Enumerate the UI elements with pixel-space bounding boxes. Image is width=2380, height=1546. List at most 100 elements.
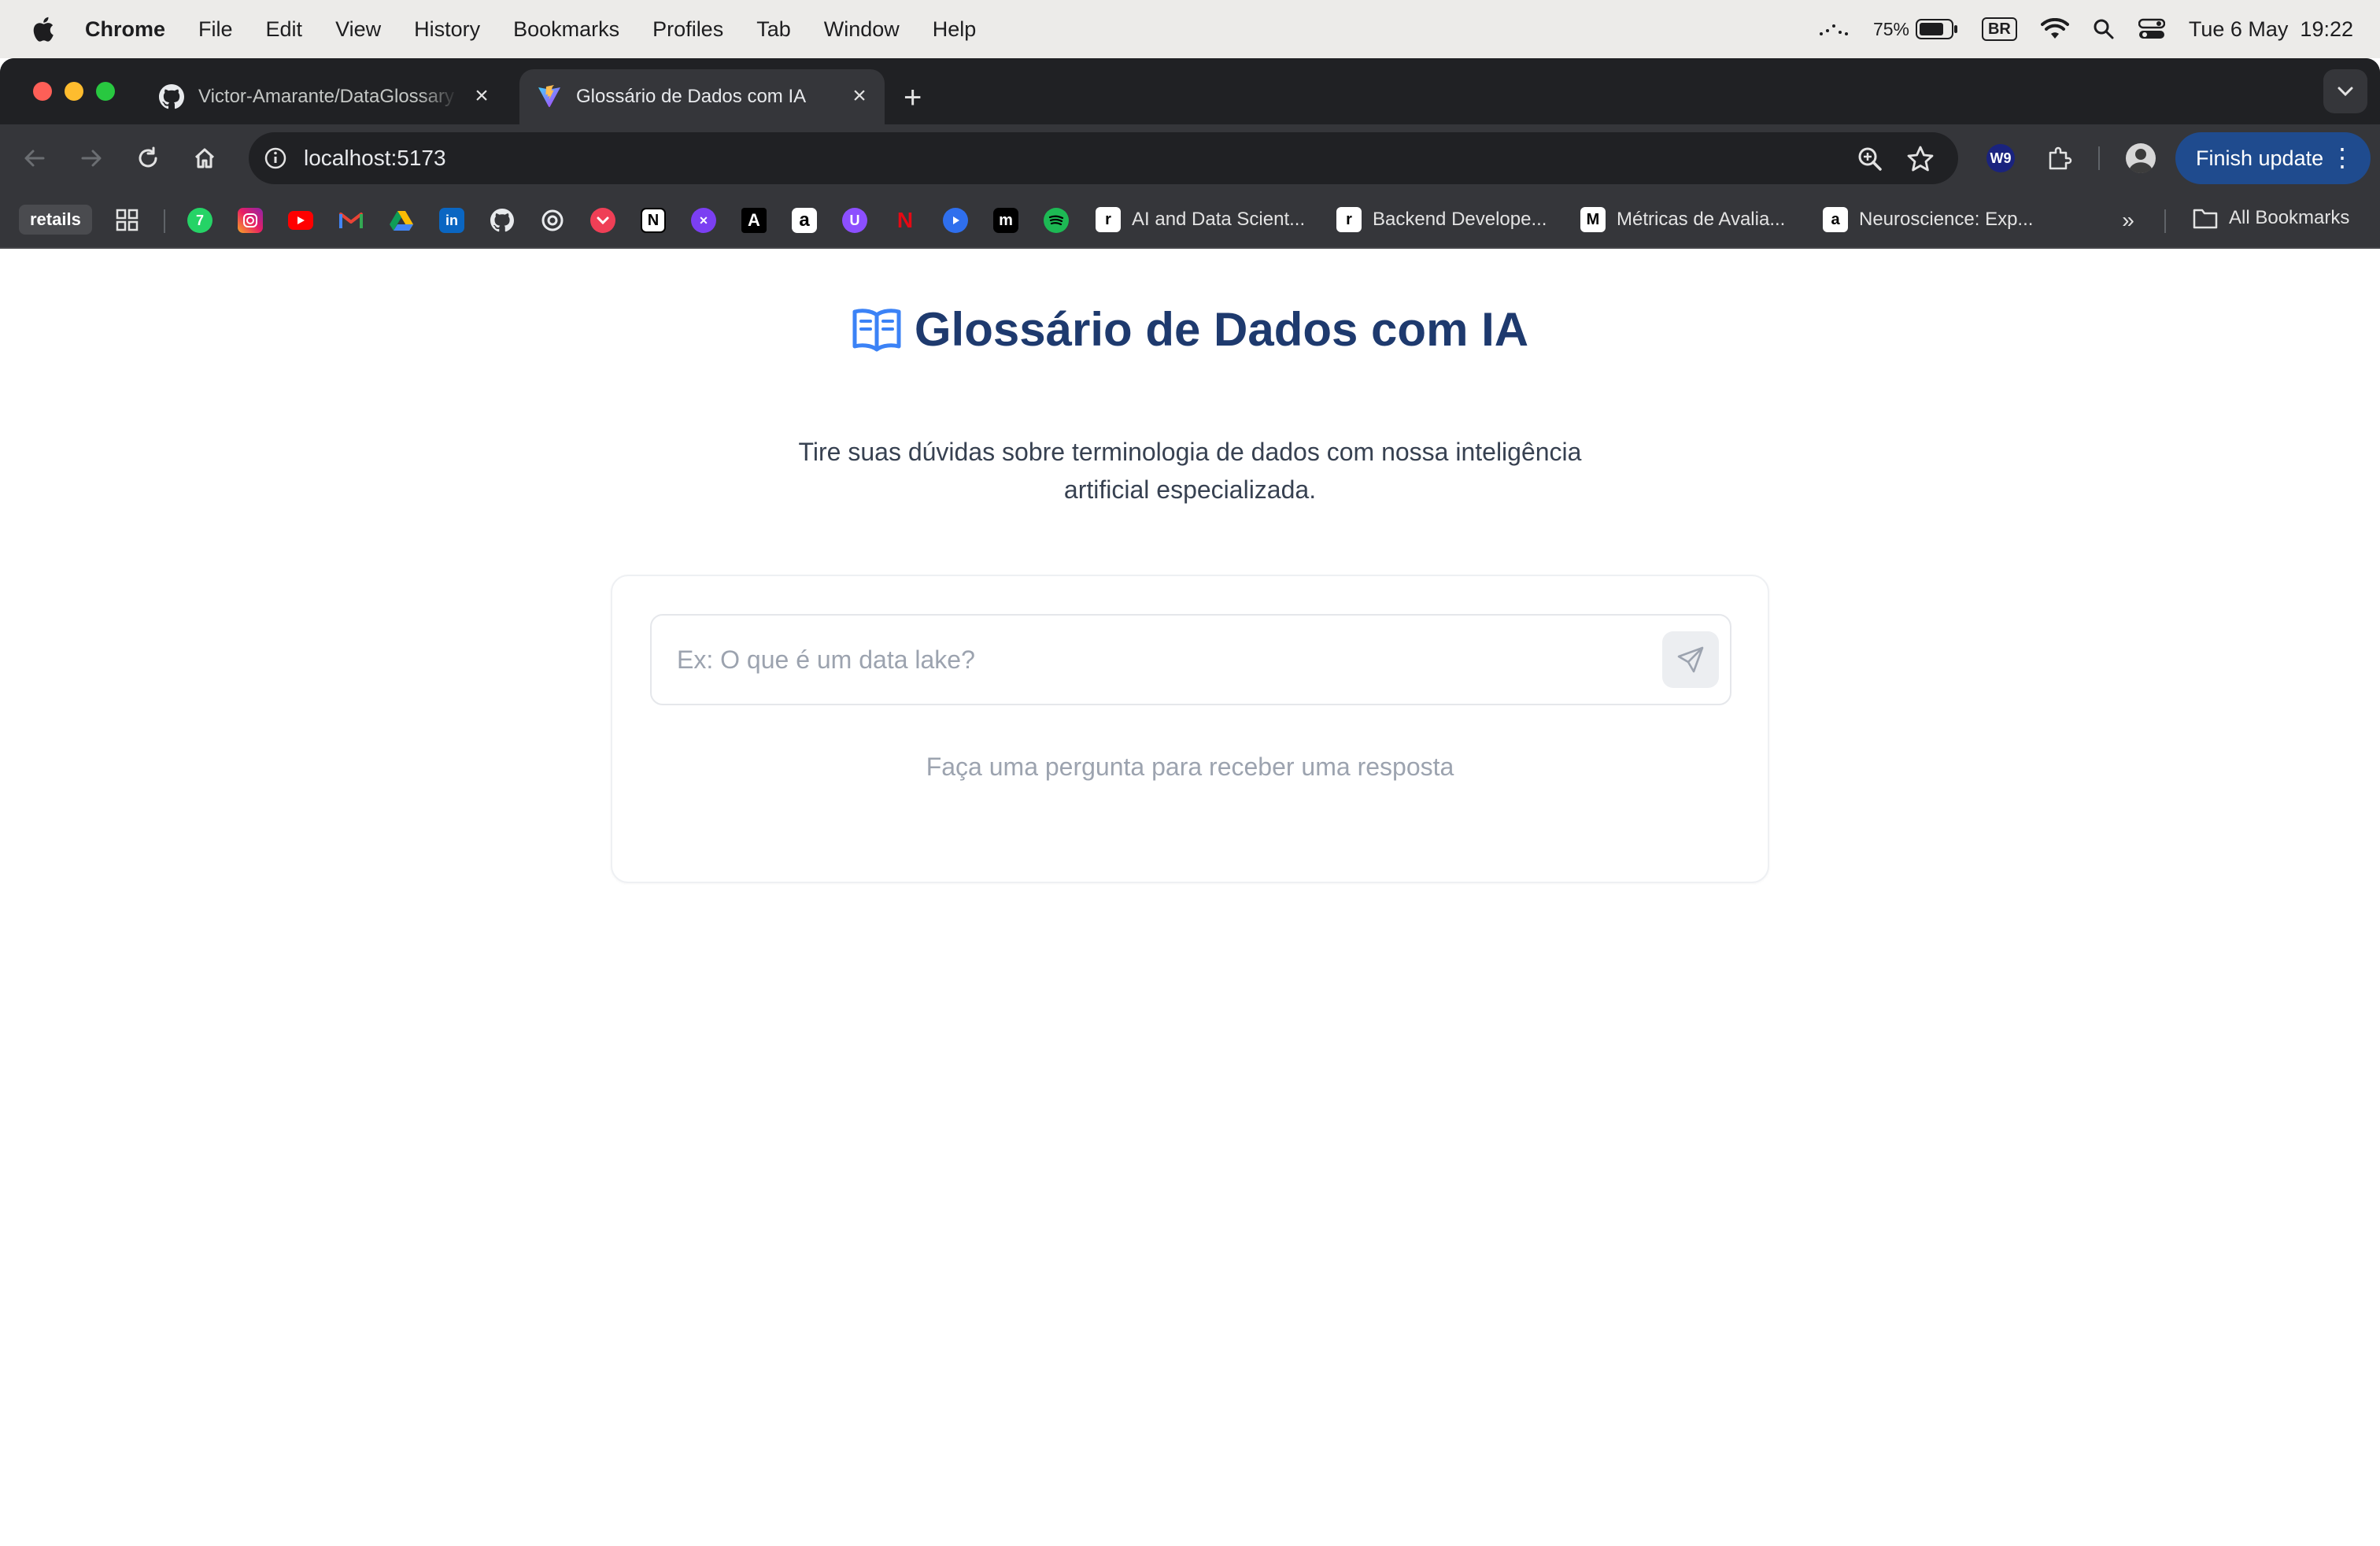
- spotlight-search-icon[interactable]: [2093, 18, 2115, 40]
- url-text[interactable]: localhost:5173: [304, 146, 446, 171]
- bookmark-neuroscience[interactable]: a Neuroscience: Exp...: [1823, 207, 2033, 232]
- battery-percent: 75%: [1872, 18, 1909, 39]
- back-icon[interactable]: [19, 142, 50, 174]
- bookmark-ai-data-science[interactable]: r AI and Data Scient...: [1096, 207, 1305, 232]
- all-bookmarks-folder[interactable]: All Bookmarks: [2193, 207, 2349, 229]
- chevron-double-right-icon[interactable]: »: [2116, 208, 2141, 233]
- whatsapp-icon[interactable]: 7: [187, 208, 213, 233]
- web-page: Glossário de Dados com IA Tire suas dúvi…: [0, 249, 2380, 1546]
- finish-update-label: Finish update: [2196, 146, 2324, 170]
- menu-edit[interactable]: Edit: [266, 17, 303, 42]
- app-icon[interactable]: ✕: [691, 208, 716, 233]
- window-minimize-button[interactable]: [65, 82, 83, 101]
- youtube-icon[interactable]: [288, 211, 313, 230]
- site-info-icon[interactable]: [260, 142, 291, 174]
- window-zoom-button[interactable]: [96, 82, 115, 101]
- folder-icon: [2193, 209, 2218, 229]
- netflix-icon[interactable]: N: [893, 208, 918, 233]
- bookmarks-divider: [2164, 209, 2166, 233]
- input-source-badge[interactable]: BR: [1981, 17, 2017, 41]
- address-bar[interactable]: localhost:5173: [249, 132, 1958, 184]
- all-bookmarks-label: All Bookmarks: [2229, 207, 2350, 228]
- menubar-status-area: 75% BR Tue 6 May 19:22: [1818, 0, 2353, 58]
- bookmark-label: Backend Develope...: [1373, 209, 1547, 230]
- podcast-icon[interactable]: U: [842, 208, 867, 233]
- roadmap-icon: r: [1336, 207, 1362, 232]
- forward-icon[interactable]: [76, 142, 107, 174]
- page-header: Glossário de Dados com IA: [0, 302, 2380, 357]
- browser-toolbar: localhost:5173 W9 Finish update ⋮: [0, 124, 2380, 192]
- page-subtitle: Tire suas dúvidas sobre terminologia de …: [798, 438, 1582, 504]
- menu-app-name[interactable]: Chrome: [85, 17, 165, 42]
- menu-tab[interactable]: Tab: [756, 17, 791, 42]
- roadmap-icon: r: [1096, 207, 1121, 232]
- macos-menu-bar: Chrome File Edit View History Bookmarks …: [0, 0, 2380, 58]
- bookmark-label: Neuroscience: Exp...: [1859, 209, 2034, 230]
- tab-title: Victor-Amarante/DataGlossary: [198, 86, 455, 107]
- more-options-icon[interactable]: ⋮: [2330, 145, 2355, 170]
- tab-search-button[interactable]: [2323, 69, 2367, 113]
- tab-title: Glossário de Dados com IA: [576, 86, 807, 107]
- send-icon: [1677, 646, 1704, 673]
- apps-grid-icon[interactable]: [115, 208, 140, 233]
- menu-profiles[interactable]: Profiles: [652, 17, 723, 42]
- tab-close-icon[interactable]: ×: [848, 84, 870, 108]
- bookmarks-bar: retails 7 in N ✕ A a U N m r AI and Data…: [0, 192, 2380, 249]
- bookmark-metricas[interactable]: M Métricas de Avalia...: [1580, 207, 1785, 232]
- profile-avatar[interactable]: [2125, 142, 2156, 174]
- w9-extension-icon[interactable]: W9: [1983, 142, 2018, 174]
- toolbar-divider: [2098, 146, 2100, 170]
- extensions-puzzle-icon[interactable]: [2043, 142, 2075, 174]
- tab-github[interactable]: Victor-Amarante/DataGlossary ×: [142, 69, 507, 124]
- menu-help[interactable]: Help: [933, 17, 977, 42]
- menu-history[interactable]: History: [414, 17, 480, 42]
- amazon-icon: a: [1823, 207, 1848, 232]
- menu-file[interactable]: File: [198, 17, 233, 42]
- send-button[interactable]: [1662, 631, 1719, 688]
- wifi-icon[interactable]: [2040, 18, 2069, 40]
- play-icon[interactable]: [943, 208, 968, 233]
- home-icon[interactable]: [189, 142, 220, 174]
- battery-status[interactable]: 75%: [1873, 19, 1958, 40]
- activity-monitor-icon[interactable]: [1818, 20, 1850, 39]
- question-card: Faça uma pergunta para receber uma respo…: [611, 575, 1769, 883]
- spotify-icon[interactable]: [1044, 208, 1069, 233]
- bookmark-backend-developer[interactable]: r Backend Develope...: [1336, 207, 1547, 232]
- menubar-clock[interactable]: Tue 6 May 19:22: [2189, 17, 2353, 42]
- linkedin-icon[interactable]: in: [439, 208, 464, 233]
- tab-close-icon[interactable]: ×: [471, 84, 493, 108]
- instagram-icon[interactable]: [238, 208, 263, 233]
- apple-logo-icon[interactable]: [30, 15, 55, 43]
- finish-update-button[interactable]: Finish update ⋮: [2175, 132, 2371, 184]
- new-tab-icon[interactable]: +: [904, 82, 922, 113]
- bookmark-label: Métricas de Avalia...: [1617, 209, 1786, 230]
- menu-view[interactable]: View: [335, 17, 381, 42]
- window-close-button[interactable]: [33, 82, 52, 101]
- bookmark-label: AI and Data Scient...: [1132, 209, 1306, 230]
- gmail-icon[interactable]: [338, 208, 364, 233]
- openai-icon[interactable]: [540, 208, 565, 233]
- zoom-icon[interactable]: [1854, 143, 1886, 175]
- bookmark-star-icon[interactable]: [1905, 143, 1936, 175]
- tab-glossario[interactable]: Glossário de Dados com IA ×: [519, 69, 885, 124]
- pocket-icon[interactable]: [590, 208, 615, 233]
- page-title: Glossário de Dados com IA: [914, 303, 1529, 356]
- browser-window: Victor-Amarante/DataGlossary × Glossário…: [0, 58, 2380, 1546]
- bookmark-folder-retails[interactable]: retails: [19, 205, 92, 235]
- question-input[interactable]: [650, 614, 1731, 705]
- reload-icon[interactable]: [132, 142, 164, 174]
- google-drive-icon[interactable]: [389, 208, 414, 233]
- vite-icon: [538, 85, 560, 108]
- menu-window[interactable]: Window: [824, 17, 900, 42]
- control-center-icon[interactable]: [2138, 18, 2165, 40]
- github-icon: [159, 84, 184, 109]
- notion-icon[interactable]: N: [641, 208, 666, 233]
- chevron-down-icon: [2338, 87, 2353, 97]
- book-open-icon: [852, 308, 901, 351]
- amazon-icon[interactable]: a: [792, 208, 817, 233]
- menu-bookmarks[interactable]: Bookmarks: [513, 17, 619, 42]
- medium-icon[interactable]: m: [993, 208, 1018, 233]
- anthropic-icon[interactable]: A: [741, 208, 767, 233]
- battery-icon: [1915, 19, 1957, 39]
- github-icon[interactable]: [490, 208, 515, 233]
